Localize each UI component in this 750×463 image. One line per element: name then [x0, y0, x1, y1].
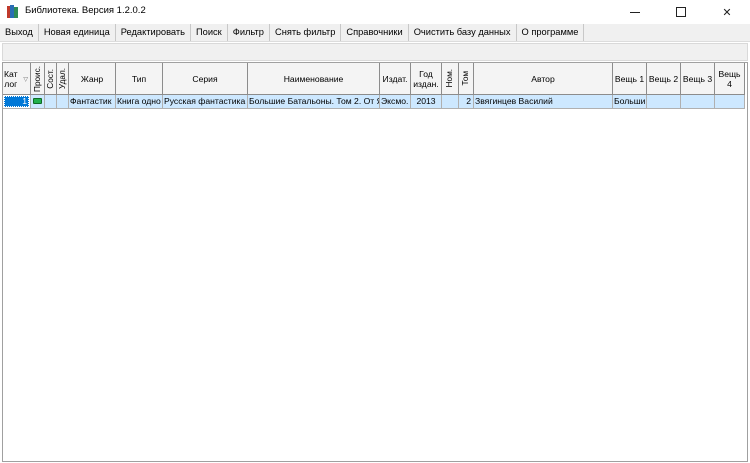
- cell-year[interactable]: 2013: [411, 95, 442, 109]
- cell-origin[interactable]: [31, 95, 45, 109]
- cell-author[interactable]: Звягинцев Василий: [474, 95, 613, 109]
- close-button[interactable]: ✕: [704, 0, 750, 24]
- books-app-icon: [7, 5, 19, 18]
- col-header-number[interactable]: Ном.: [442, 63, 459, 95]
- col-header-year-label: Год издан.: [413, 68, 439, 89]
- window-title: Библиотека. Версия 1.2.0.2: [25, 5, 146, 16]
- col-header-series[interactable]: Серия: [163, 63, 248, 95]
- books-grid[interactable]: Кат лог ▽ Проис. Сост. Удал. Жанр Тип Се…: [2, 62, 748, 462]
- menu-clear-filter[interactable]: Снять фильтр: [270, 24, 342, 41]
- col-header-series-label: Серия: [192, 73, 218, 84]
- menu-references[interactable]: Справочники: [341, 24, 409, 41]
- col-header-type[interactable]: Тип: [116, 63, 163, 95]
- close-icon: ✕: [722, 6, 732, 19]
- col-header-volume-label: Том: [461, 71, 470, 86]
- menu-exit[interactable]: Выход: [0, 24, 39, 41]
- cell-item3[interactable]: [681, 95, 715, 109]
- cell-publisher[interactable]: Эксмо.: [380, 95, 411, 109]
- menu-filter[interactable]: Фильтр: [228, 24, 270, 41]
- col-header-name-label: Наименование: [283, 73, 344, 84]
- col-header-volume[interactable]: Том: [459, 63, 474, 95]
- cell-genre[interactable]: Фантастик: [69, 95, 116, 109]
- col-header-origin[interactable]: Проис.: [31, 63, 45, 95]
- cell-name[interactable]: Большие Батальоны. Том 2. От Я: [248, 95, 380, 109]
- minimize-button[interactable]: [612, 0, 658, 24]
- menu-bar: Выход Новая единица Редактировать Поиск …: [0, 24, 750, 42]
- col-header-publisher-label: Издат.: [382, 73, 408, 84]
- col-header-item4[interactable]: Вещь 4: [715, 63, 745, 95]
- col-header-publisher[interactable]: Издат.: [380, 63, 411, 95]
- green-flag-icon: [33, 98, 42, 104]
- col-header-item3-label: Вещь 3: [682, 73, 713, 84]
- cell-catalog[interactable]: 1: [3, 95, 31, 109]
- cell-item2[interactable]: [647, 95, 681, 109]
- cell-item1[interactable]: Больши: [613, 95, 647, 109]
- cell-state[interactable]: [45, 95, 57, 109]
- cell-deleted[interactable]: [57, 95, 69, 109]
- col-header-year[interactable]: Год издан.: [411, 63, 442, 95]
- sort-descending-icon: ▽: [23, 77, 28, 83]
- title-bar: Библиотека. Версия 1.2.0.2 ✕: [0, 0, 750, 24]
- cell-type[interactable]: Книга одно: [116, 95, 163, 109]
- col-header-genre[interactable]: Жанр: [69, 63, 116, 95]
- col-header-item2[interactable]: Вещь 2: [647, 63, 681, 95]
- menu-about[interactable]: О программе: [517, 24, 585, 41]
- cell-catalog-value: 1: [4, 96, 29, 107]
- table-row[interactable]: 1 Фантастик Книга одно Русская фантастик…: [3, 95, 745, 109]
- cell-number[interactable]: [442, 95, 459, 109]
- toolbar-strip: [2, 43, 748, 61]
- col-header-author[interactable]: Автор: [474, 63, 613, 95]
- col-header-author-label: Автор: [531, 73, 555, 84]
- col-header-item3[interactable]: Вещь 3: [681, 63, 715, 95]
- maximize-button[interactable]: [658, 0, 704, 24]
- menu-search[interactable]: Поиск: [191, 24, 228, 41]
- menu-clear-database[interactable]: Очистить базу данных: [409, 24, 517, 41]
- col-header-state[interactable]: Сост.: [45, 63, 57, 95]
- col-header-number-label: Ном.: [445, 69, 454, 88]
- cell-series[interactable]: Русская фантастика: [163, 95, 248, 109]
- col-header-origin-label: Проис.: [32, 65, 42, 92]
- minimize-icon: [630, 11, 640, 13]
- maximize-icon: [676, 7, 686, 17]
- col-header-item4-label: Вещь 4: [718, 68, 741, 89]
- col-header-item1[interactable]: Вещь 1: [613, 63, 647, 95]
- col-header-genre-label: Жанр: [80, 73, 104, 84]
- menu-edit[interactable]: Редактировать: [116, 24, 191, 41]
- col-header-item1-label: Вещь 1: [614, 73, 645, 84]
- col-header-name[interactable]: Наименование: [248, 63, 380, 95]
- col-header-catalog-label: Кат лог: [4, 68, 18, 89]
- col-header-state-label: Сост.: [45, 68, 55, 89]
- menu-new-item[interactable]: Новая единица: [39, 24, 116, 41]
- col-header-item2-label: Вещь 2: [648, 73, 679, 84]
- grid-header-row: Кат лог ▽ Проис. Сост. Удал. Жанр Тип Се…: [3, 63, 745, 95]
- cell-item4[interactable]: [715, 95, 745, 109]
- cell-volume[interactable]: 2: [459, 95, 474, 109]
- col-header-deleted[interactable]: Удал.: [57, 63, 69, 95]
- col-header-catalog[interactable]: Кат лог ▽: [3, 63, 31, 95]
- col-header-type-label: Тип: [131, 73, 147, 84]
- col-header-deleted-label: Удал.: [57, 68, 67, 89]
